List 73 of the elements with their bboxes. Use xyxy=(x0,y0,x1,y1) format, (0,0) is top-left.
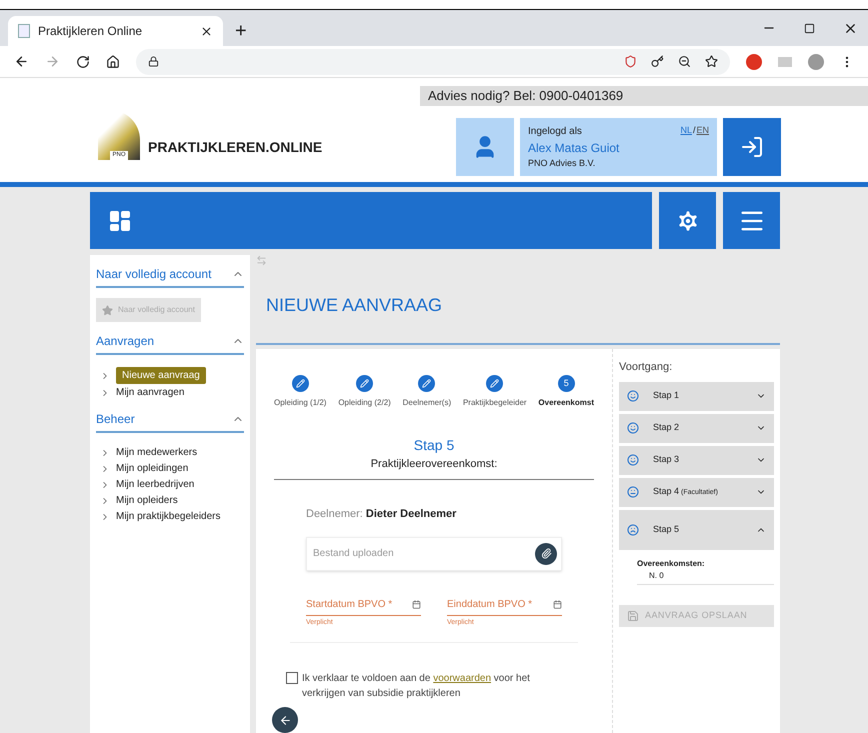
pencil-icon xyxy=(490,379,500,388)
shield-icon[interactable] xyxy=(624,55,637,68)
arrow-left-icon xyxy=(278,714,292,727)
progress-step[interactable]: Stap 5 xyxy=(619,510,774,550)
logged-in-label: Ingelogd als xyxy=(528,125,583,139)
detail-value: N. 0 xyxy=(649,570,665,582)
new-tab-button[interactable]: + xyxy=(223,16,259,46)
progress-step[interactable]: Stap 1 xyxy=(619,382,774,410)
advice-bar: Advies nodig? Bel: 0900-0401369 xyxy=(420,86,868,106)
address-field[interactable] xyxy=(136,48,730,74)
detail-label: Overeenkomsten: xyxy=(637,558,706,570)
pencil-icon xyxy=(296,379,305,388)
sidebar-link[interactable]: Mijn opleiders xyxy=(116,493,178,508)
key-icon[interactable] xyxy=(651,55,664,68)
participant-text: Deelnemer: Dieter Deelnemer xyxy=(306,507,458,522)
zoom-icon[interactable] xyxy=(678,55,691,68)
tab-title: Praktijkleren Online xyxy=(38,23,144,40)
step-done-marker[interactable] xyxy=(292,375,309,392)
step-done-marker[interactable] xyxy=(486,375,504,392)
home-icon[interactable] xyxy=(106,54,120,68)
maximize-icon[interactable] xyxy=(804,22,815,34)
calendar-icon[interactable] xyxy=(412,600,421,609)
agreement-text: Ik verklaar te voldoen aan de voorwaarden voor het verkrijgen van subsidie praktijkleren xyxy=(302,672,531,702)
progress-title: Voortgang: xyxy=(619,360,674,375)
sidebar-link[interactable]: Mijn aanvragen xyxy=(116,385,184,400)
company-name: PNO Advies B.V. xyxy=(528,157,596,170)
step-done-marker[interactable] xyxy=(356,375,374,392)
step-label: Deelnemer(s) xyxy=(402,397,452,409)
save-icon xyxy=(627,610,639,622)
section-header[interactable]: Aanvragen xyxy=(96,332,244,355)
user-name: Alex Matas Guiot xyxy=(528,140,620,157)
step-subtitle: Praktijkleerovereenkomst: xyxy=(370,457,498,472)
sidebar-link[interactable]: Mijn medewerkers xyxy=(116,445,198,460)
sidebar-link[interactable]: Nieuwe aanvraag xyxy=(116,367,206,384)
progress-step[interactable]: Stap 3 xyxy=(619,446,774,474)
logout-icon xyxy=(740,135,764,159)
step-done-marker[interactable] xyxy=(418,375,436,392)
avatar-icon[interactable] xyxy=(808,54,824,70)
dashboard-icon[interactable] xyxy=(108,208,132,232)
progress-step[interactable]: Stap 2 xyxy=(619,414,774,442)
step-title: Stap 5 xyxy=(412,436,456,455)
paperclip-icon[interactable] xyxy=(535,542,557,565)
close-icon[interactable] xyxy=(200,24,213,38)
calendar-icon[interactable] xyxy=(553,600,562,609)
star-icon[interactable] xyxy=(705,55,718,68)
step-label: Opleiding (1/2) xyxy=(274,397,326,409)
settings-button[interactable] xyxy=(659,192,716,249)
reload-icon[interactable] xyxy=(76,54,90,68)
back-button[interactable] xyxy=(272,707,298,733)
step-label: Overeenkomst xyxy=(538,397,594,409)
pencil-icon xyxy=(360,379,370,388)
browser-tab[interactable]: Praktijkleren Online xyxy=(8,16,223,46)
language-link[interactable]: EN xyxy=(696,124,709,138)
step-label: Praktijkbegeleider xyxy=(462,397,527,409)
step-number-marker[interactable]: 5 xyxy=(558,375,575,392)
page-icon xyxy=(18,24,30,38)
sidebar-link[interactable]: Mijn praktijkbegeleiders xyxy=(116,509,220,524)
agreement-checkbox[interactable] xyxy=(286,672,298,684)
menu-button[interactable] xyxy=(723,192,780,249)
section-header[interactable]: Beheer xyxy=(96,410,244,433)
back-icon[interactable] xyxy=(14,54,29,69)
star-icon xyxy=(102,304,113,316)
section-header[interactable]: Naar volledig account xyxy=(96,265,244,288)
lock-icon xyxy=(148,56,159,67)
pencil-icon xyxy=(422,379,432,388)
page-title: NIEUWE AANVRAAG xyxy=(266,294,444,317)
brand-name: PRAKTIJKLEREN.ONLINE xyxy=(148,138,322,157)
sidebar-link[interactable]: Mijn opleidingen xyxy=(116,461,188,476)
step-label: Opleiding (2/2) xyxy=(338,397,391,409)
language-separator: / xyxy=(692,124,696,137)
logout-button[interactable] xyxy=(723,118,781,176)
terms-link[interactable]: voorwaarden xyxy=(433,673,492,684)
sidebar-link[interactable]: Mijn leerbedrijven xyxy=(116,477,194,492)
